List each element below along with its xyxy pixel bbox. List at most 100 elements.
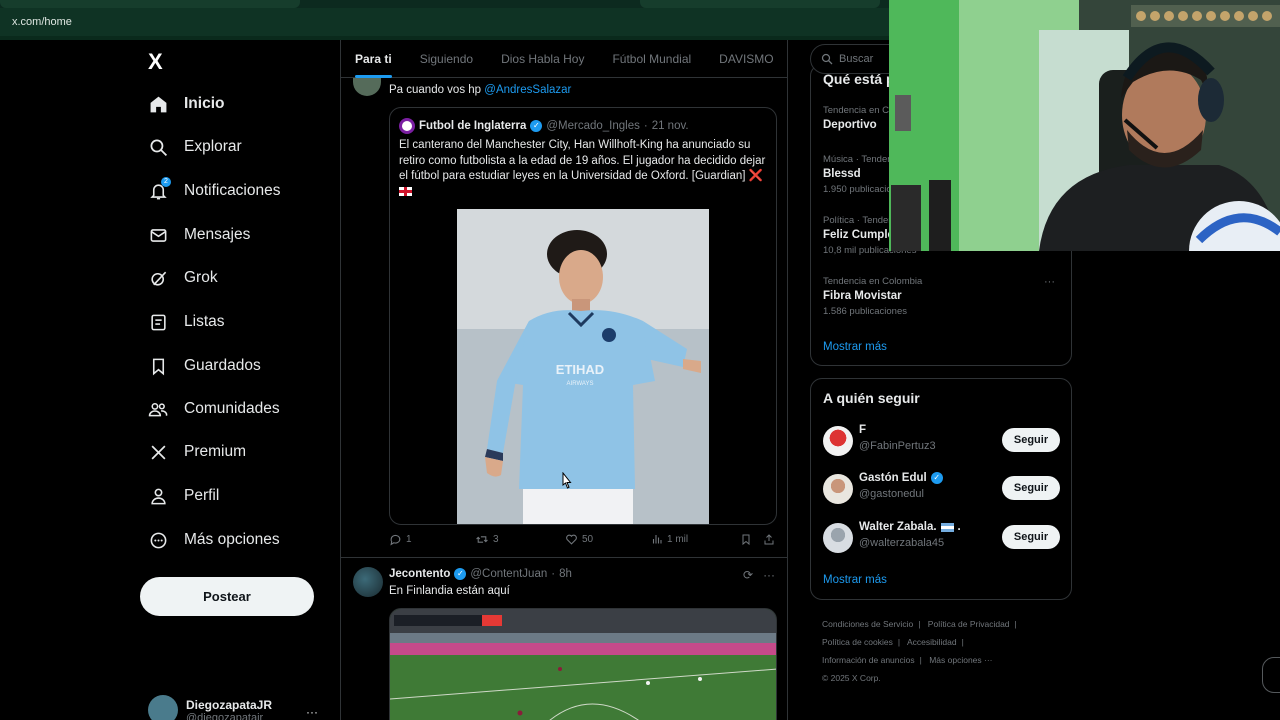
- follow-suggestion[interactable]: Gastón Edul ✓ @gastonedul Seguir: [823, 472, 1063, 506]
- footer-link[interactable]: Política de Privacidad: [928, 619, 1010, 629]
- footer-link[interactable]: Información de anuncios: [822, 655, 915, 665]
- x-logo-icon[interactable]: X: [148, 50, 172, 74]
- list-icon: [148, 312, 168, 332]
- bookmark-button[interactable]: [740, 533, 752, 546]
- copyright: © 2025 X Corp.: [822, 673, 881, 683]
- nav-item-comunidades[interactable]: Comunidades: [148, 391, 280, 427]
- show-more-trends-link[interactable]: Mostrar más: [823, 341, 887, 353]
- account-switcher[interactable]: DiegozapataJR @diegozapatajr ···: [148, 695, 328, 720]
- quoted-tweet-text: El canterano del Manchester City, Han Wi…: [399, 139, 766, 182]
- suggestion-handle: @gastonedul: [859, 488, 924, 500]
- browser-tab[interactable]: [640, 0, 880, 8]
- argentina-flag-icon: [940, 522, 954, 532]
- footer-links: Condiciones de Servicio | Política de Pri…: [822, 615, 1072, 687]
- nav-item-guardados[interactable]: Guardados: [148, 348, 261, 384]
- timeline: Para ti Siguiendo Dios Habla Hoy Fútbol …: [340, 40, 788, 720]
- suggestion-name: Walter Zabala. .: [859, 521, 961, 533]
- people-icon: [148, 399, 168, 419]
- suggestion-handle: @walterzabala45: [859, 537, 945, 549]
- tweet-text-body: Pa cuando vos hp: [389, 84, 482, 96]
- nav-item-mensajes[interactable]: Mensajes: [148, 217, 250, 253]
- suggestion-name: F: [859, 424, 867, 436]
- views-count: 1 mil: [667, 533, 689, 545]
- address-bar-url[interactable]: x.com/home: [12, 16, 72, 28]
- mention-link[interactable]: @AndresSalazar: [484, 84, 571, 96]
- webcam-overlay: [889, 0, 1280, 251]
- trend-item[interactable]: Tendencia en Colombia Fibra Movistar 1.5…: [823, 276, 1063, 317]
- browser-tab[interactable]: [0, 0, 300, 8]
- tweet-time[interactable]: 8h: [559, 568, 572, 580]
- avatar: [823, 426, 853, 456]
- more-dots-icon[interactable]: ···: [1044, 276, 1055, 288]
- nav-item-mas-opciones[interactable]: Más opciones: [148, 522, 280, 558]
- tweet-image[interactable]: ETIHAD AIRWAYS: [457, 209, 709, 524]
- nav-item-perfil[interactable]: Perfil: [148, 478, 219, 514]
- nav-item-explorar[interactable]: Explorar: [148, 129, 242, 165]
- avatar[interactable]: [353, 78, 381, 96]
- trend-category: Tendencia en Colombia: [823, 276, 923, 287]
- post-button[interactable]: Postear: [140, 577, 314, 616]
- nav-item-grok[interactable]: Grok: [148, 260, 218, 296]
- quoted-author-handle[interactable]: @Mercado_Ingles: [546, 120, 640, 132]
- follow-button[interactable]: Seguir: [1002, 525, 1060, 549]
- reply-button[interactable]: 1: [389, 533, 412, 546]
- nav-label: Inicio: [184, 95, 225, 112]
- verified-badge-icon: ✓: [454, 568, 467, 580]
- follow-suggestion[interactable]: Walter Zabala. . @walterzabala45 Seguir: [823, 521, 1063, 555]
- tweet-video[interactable]: [389, 608, 777, 720]
- quoted-tweet[interactable]: Futbol de Inglaterra ✓ @Mercado_Ingles ·…: [389, 107, 777, 525]
- nav-item-listas[interactable]: Listas: [148, 304, 225, 340]
- retweet-icon: [476, 536, 488, 543]
- views-button[interactable]: 1 mil: [651, 533, 688, 545]
- tab-siguiendo[interactable]: Siguiendo: [406, 40, 487, 78]
- tweet-actions: 1 3 50 1 mil: [389, 533, 779, 549]
- footer-link[interactable]: Condiciones de Servicio: [822, 619, 913, 629]
- avatar: [399, 118, 415, 134]
- mouse-cursor-icon: [562, 472, 572, 489]
- account-name: DiegozapataJR: [186, 698, 273, 712]
- tweet-header: Jecontento ✓ @ContentJuan · 8h: [389, 568, 572, 580]
- separator-dot: ·: [643, 120, 648, 132]
- more-dots-icon[interactable]: ···: [306, 705, 318, 719]
- nav-label: Guardados: [184, 357, 261, 374]
- bell-icon: 2: [148, 177, 171, 201]
- avatar[interactable]: [353, 567, 383, 597]
- mail-icon: [148, 225, 168, 245]
- tweet-text: En Finlandia están aquí: [389, 585, 510, 597]
- quoted-author-name[interactable]: Futbol de Inglaterra: [419, 120, 526, 132]
- trend-count: 1.586 publicaciones: [823, 306, 907, 317]
- footer-link[interactable]: Accesibilidad: [907, 637, 957, 647]
- more-dots-icon[interactable]: ···: [763, 568, 775, 582]
- notification-badge: 2: [161, 177, 171, 187]
- footer-link[interactable]: Política de cookies: [822, 637, 893, 647]
- tab-para-ti[interactable]: Para ti: [341, 40, 406, 78]
- floating-action-button[interactable]: [1262, 657, 1280, 693]
- tab-futbol-mundial[interactable]: Fútbol Mundial: [598, 40, 705, 78]
- search-icon: [821, 53, 833, 65]
- tab-davismo[interactable]: DAVISMO: [705, 40, 787, 78]
- nav-item-premium[interactable]: Premium: [148, 434, 246, 470]
- quoted-date[interactable]: 21 nov.: [652, 120, 689, 132]
- nav-item-inicio[interactable]: Inicio: [148, 86, 224, 122]
- like-button[interactable]: 50: [565, 533, 593, 546]
- account-handle: @diegozapatajr: [186, 712, 264, 720]
- share-button[interactable]: [763, 533, 775, 546]
- follow-button[interactable]: Seguir: [1002, 428, 1060, 452]
- footer-link[interactable]: Más opciones ···: [929, 655, 992, 665]
- nav-label: Explorar: [184, 138, 242, 155]
- author-name[interactable]: Jecontento: [389, 568, 450, 580]
- suggestion-name: Gastón Edul ✓: [859, 472, 943, 484]
- grok-icon[interactable]: ⟳: [743, 568, 753, 582]
- nav-label: Premium: [184, 443, 247, 460]
- retweet-button[interactable]: 3: [475, 533, 499, 546]
- nav-item-notificaciones[interactable]: 2 Notificaciones: [148, 173, 281, 209]
- show-more-follow-link[interactable]: Mostrar más: [823, 574, 887, 586]
- retweet-count: 3: [493, 534, 499, 545]
- author-handle[interactable]: @ContentJuan: [470, 568, 547, 580]
- tab-dios-habla-hoy[interactable]: Dios Habla Hoy: [487, 40, 598, 78]
- follow-button[interactable]: Seguir: [1002, 476, 1060, 500]
- avatar: [823, 474, 853, 504]
- reply-count: 1: [406, 534, 412, 545]
- follow-suggestion[interactable]: F @FabinPertuz3 Seguir: [823, 424, 1063, 458]
- nav-label: Notificaciones: [184, 182, 281, 199]
